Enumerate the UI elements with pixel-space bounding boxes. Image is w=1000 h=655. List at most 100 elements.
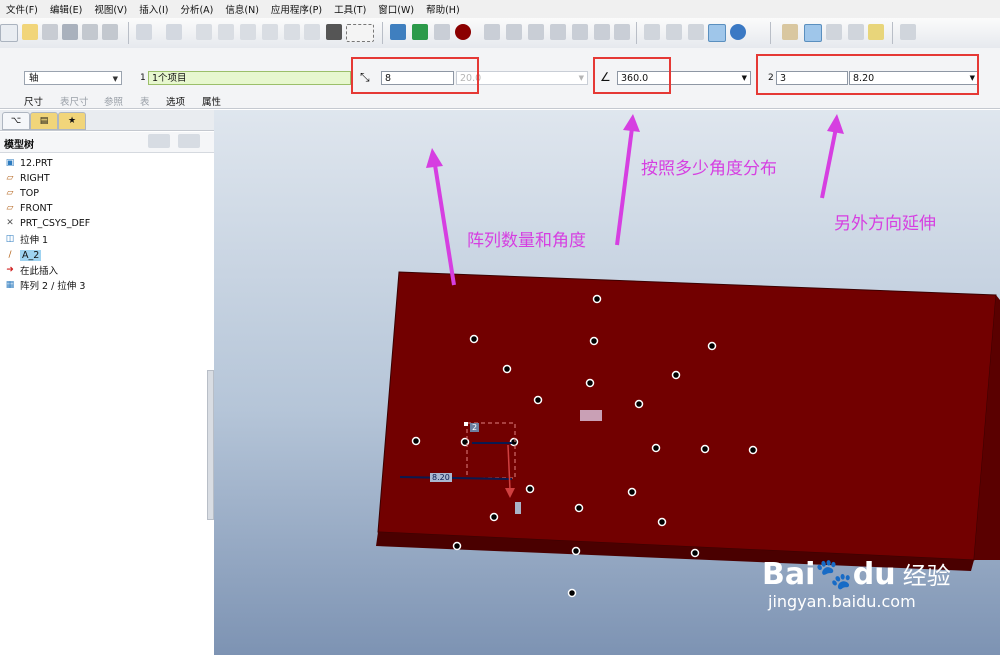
annotation-count-angle: 阵列数量和角度	[467, 231, 586, 251]
copy-icon[interactable]	[218, 24, 234, 40]
tree-item-label: 12.PRT	[20, 157, 53, 169]
tree-item-csys[interactable]: ✕ PRT_CSYS_DEF	[4, 216, 90, 230]
paste-special-icon[interactable]	[262, 24, 278, 40]
menu-bar: 文件(F) 编辑(E) 视图(V) 插入(I) 分析(A) 信息(N) 应用程序…	[0, 0, 1000, 18]
tab-properties[interactable]: 属性	[202, 94, 221, 108]
tree-item-label: TOP	[20, 187, 40, 199]
navigator-tabs: ⌥ ▤ ★	[0, 110, 214, 131]
csys-icon: ✕	[6, 218, 14, 228]
tree-item-extrude1[interactable]: ◫ 拉伸 1	[4, 232, 48, 246]
selection-filter-icon[interactable]	[346, 24, 374, 42]
folder-browser-tab-icon[interactable]: ▤	[30, 112, 58, 130]
tree-item-label: 阵列 2 / 拉伸 3	[20, 281, 86, 292]
reorient-icon[interactable]	[550, 24, 566, 40]
view-manager-icon[interactable]	[614, 24, 630, 40]
appearance-icon[interactable]	[455, 24, 471, 40]
new-icon[interactable]	[0, 24, 18, 42]
redo-icon[interactable]	[166, 24, 182, 40]
tree-item-part[interactable]: ▣ 12.PRT	[4, 156, 53, 170]
tree-item-front[interactable]: ▱ FRONT	[4, 201, 53, 215]
print-icon[interactable]	[62, 24, 78, 40]
menu-insert[interactable]: 插入(I)	[133, 2, 174, 16]
menu-applications[interactable]: 应用程序(P)	[265, 2, 328, 16]
no-hidden-icon[interactable]	[688, 24, 704, 40]
tab-dimensions[interactable]: 尺寸	[24, 94, 43, 108]
tree-item-label: 拉伸 1	[20, 235, 49, 246]
datum-plane-icon: ▱	[6, 188, 14, 198]
chevron-down-icon: ▼	[741, 74, 747, 82]
enhanced-realism-icon[interactable]	[730, 24, 746, 40]
baidu-watermark: Bai🐾du 经验 jingyan.baidu.com	[762, 556, 951, 611]
send-icon[interactable]	[102, 24, 118, 40]
menu-edit[interactable]: 编辑(E)	[44, 2, 88, 16]
tree-item-axis[interactable]: / A_2	[4, 248, 42, 262]
arrow-total-angle	[615, 127, 634, 246]
layers-icon[interactable]	[594, 24, 610, 40]
menu-info[interactable]: 信息(N)	[219, 2, 265, 16]
refit-icon[interactable]	[528, 24, 544, 40]
model-tree-tab-icon[interactable]: ⌥	[2, 112, 30, 130]
paw-icon: 🐾	[815, 557, 853, 592]
second-direction-highlight	[756, 54, 979, 95]
regenerate-icon[interactable]	[284, 24, 300, 40]
panel-sash[interactable]	[207, 370, 214, 520]
hidden-line-icon[interactable]	[666, 24, 682, 40]
spin-center-icon[interactable]	[412, 24, 428, 40]
find-icon[interactable]	[326, 24, 342, 40]
arrowhead	[426, 148, 443, 168]
repaint-icon[interactable]	[390, 24, 406, 40]
menu-view[interactable]: 视图(V)	[88, 2, 133, 16]
tab-options[interactable]: 选项	[166, 94, 185, 108]
shading-icon[interactable]	[708, 24, 726, 42]
menu-tools[interactable]: 工具(T)	[328, 2, 372, 16]
context-help-icon[interactable]	[900, 24, 916, 40]
tree-item-insert-here[interactable]: ➜ 在此插入	[4, 263, 58, 277]
tree-item-label: A_2	[20, 249, 42, 261]
favorites-tab-icon[interactable]: ★	[58, 112, 86, 130]
annotation-display-icon[interactable]	[868, 24, 884, 40]
tab-table-dimensions[interactable]: 表尺寸	[60, 94, 89, 108]
datum-axes-icon[interactable]	[804, 24, 822, 42]
model-tree-header: 模型树	[0, 132, 214, 153]
menu-analysis[interactable]: 分析(A)	[174, 2, 219, 16]
graphics-viewport[interactable]: 2 8.20 阵列数量和角度 按照多少角度分布 另外方向延伸 Bai🐾du 经验…	[214, 110, 1000, 655]
watermark-url: jingyan.baidu.com	[768, 592, 916, 611]
tab-table[interactable]: 表	[140, 94, 150, 108]
preview-icon[interactable]	[82, 24, 98, 40]
show-menu-icon[interactable]	[178, 134, 200, 148]
settings-icon[interactable]	[148, 134, 170, 148]
tree-item-pattern[interactable]: ▦ 阵列 2 / 拉伸 3	[4, 278, 86, 292]
tree-item-label: FRONT	[20, 202, 53, 214]
open-icon[interactable]	[22, 24, 38, 40]
axis-reference-collector[interactable]: 1个项目	[148, 71, 351, 85]
datum-plane-icon: ▱	[6, 203, 14, 213]
csys-display-icon[interactable]	[848, 24, 864, 40]
orient-mode-icon[interactable]	[434, 24, 450, 40]
datum-planes-icon[interactable]	[782, 24, 798, 40]
saved-views-icon[interactable]	[572, 24, 588, 40]
tree-item-top[interactable]: ▱ TOP	[4, 186, 39, 200]
cut-icon[interactable]	[196, 24, 212, 40]
undo-icon[interactable]	[136, 24, 152, 40]
zoom-out-icon[interactable]	[506, 24, 522, 40]
first-direction-number: 1	[140, 73, 146, 83]
wireframe-icon[interactable]	[644, 24, 660, 40]
extrude-icon: ◫	[5, 234, 15, 244]
tree-item-right[interactable]: ▱ RIGHT	[4, 171, 50, 185]
model-tree-title: 模型树	[4, 140, 34, 151]
regen-manager-icon[interactable]	[304, 24, 320, 40]
axis-reference-value: 1个项目	[152, 73, 187, 84]
menu-window[interactable]: 窗口(W)	[372, 2, 420, 16]
paste-icon[interactable]	[240, 24, 256, 40]
menu-file[interactable]: 文件(F)	[0, 2, 44, 16]
part-icon: ▣	[5, 158, 15, 168]
save-icon[interactable]	[42, 24, 58, 40]
datum-plane-icon: ▱	[6, 173, 14, 183]
datum-points-icon[interactable]	[826, 24, 842, 40]
zoom-in-icon[interactable]	[484, 24, 500, 40]
pattern-type-select[interactable]: 轴 ▼	[24, 71, 122, 85]
tab-references[interactable]: 参照	[104, 94, 123, 108]
menu-help[interactable]: 帮助(H)	[420, 2, 466, 16]
tree-item-label: 在此插入	[20, 266, 59, 277]
tree-item-label: RIGHT	[20, 172, 50, 184]
